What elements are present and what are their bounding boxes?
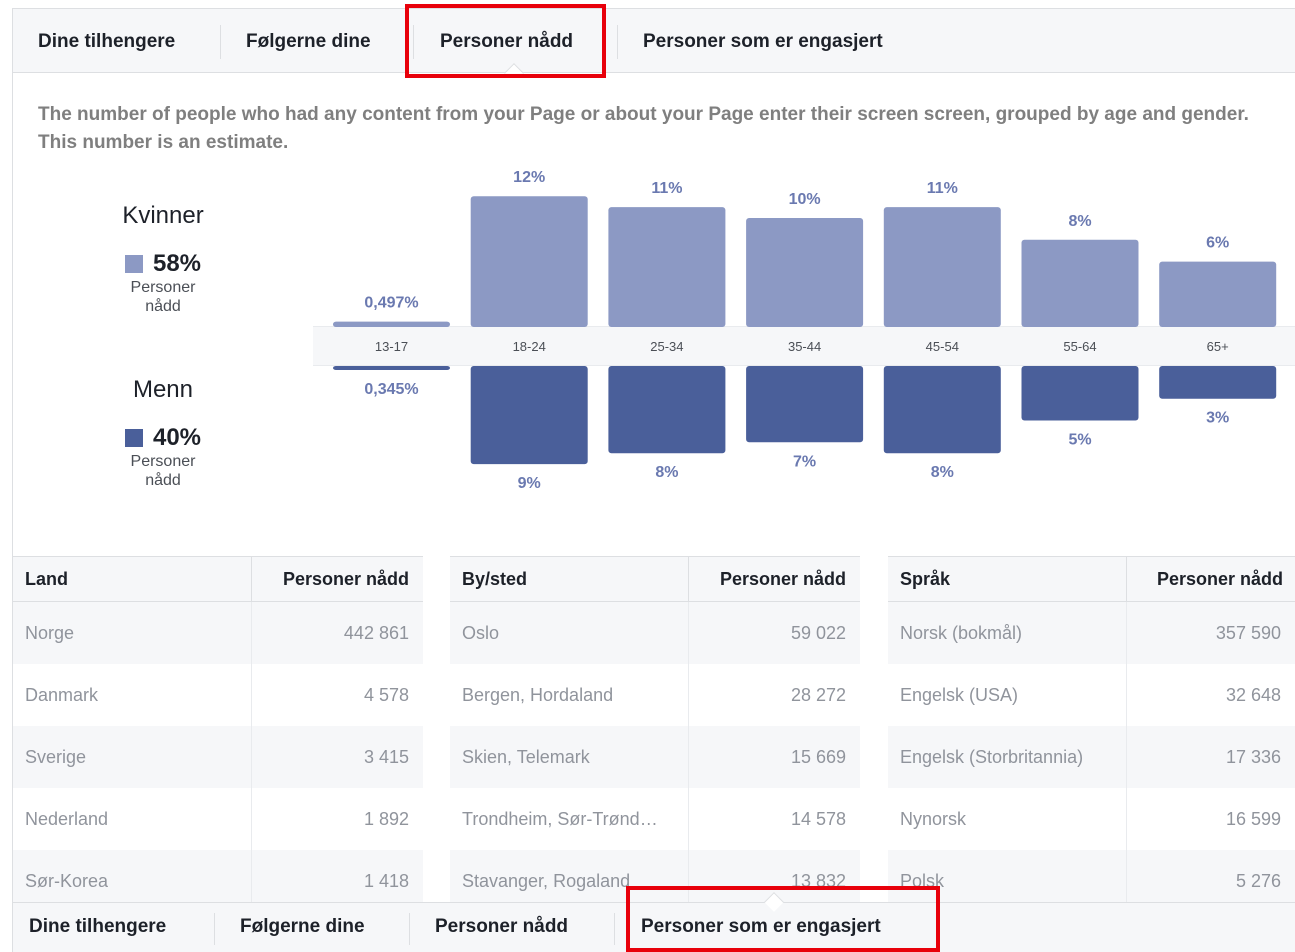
- table-cell-value: 1 418: [363, 871, 409, 891]
- bar-women-35-44[interactable]: [746, 218, 864, 327]
- table-row: Engelsk (Storbritannia) 17 336: [888, 726, 1295, 788]
- col-header-reached[interactable]: Personer nådd: [720, 557, 846, 602]
- bar-men-55-64[interactable]: [1021, 366, 1139, 421]
- bar-women-65+[interactable]: [1159, 261, 1277, 327]
- tick-label: 25-34: [650, 339, 683, 354]
- col-header-land[interactable]: Land: [25, 557, 68, 602]
- table-row: Nynorsk 16 599: [888, 788, 1295, 850]
- table-cell-name: Oslo: [462, 623, 500, 643]
- table-cell-value: 4 578: [363, 685, 409, 705]
- table-cell-value: 5 276: [1235, 871, 1281, 891]
- table-row: Bergen, Hordaland 28 272: [450, 664, 860, 726]
- table-cell-value: 1 892: [363, 809, 409, 829]
- table-cell-value: 59 022: [790, 623, 846, 643]
- table-cell-value: 15 669: [790, 747, 846, 767]
- tab-folgerne-dine[interactable]: Følgerne dine: [240, 903, 365, 952]
- data-label-men: 0,345%: [364, 381, 418, 398]
- col-header-city[interactable]: By/sted: [462, 557, 527, 602]
- data-label-women: 6%: [1206, 235, 1229, 252]
- data-label-men: 8%: [655, 464, 678, 481]
- table-row: Engelsk (USA) 32 648: [888, 664, 1295, 726]
- data-label-women: 10%: [789, 191, 821, 208]
- tab-personer-nadd[interactable]: Personer nådd: [435, 903, 568, 952]
- table-cities: By/sted Personer nådd Oslo 59 022 Bergen, …: [450, 556, 860, 906]
- bar-men-25-34[interactable]: [608, 366, 726, 454]
- bar-men-45-54[interactable]: [883, 366, 1001, 454]
- highlight-box-bottom: [626, 886, 940, 952]
- bar-men-65+[interactable]: [1159, 366, 1277, 399]
- data-label-women: 12%: [513, 169, 545, 186]
- age-gender-chart: 0,497% 0,345% 13-17 12% 9% 18-24 11% 8% 25-34 10%…: [333, 169, 1277, 492]
- table-cell-value: 442 861: [343, 623, 409, 643]
- table-cell-value: 14 578: [790, 809, 846, 829]
- table-cell-value: 32 648: [1225, 685, 1281, 705]
- tick-label: 45-54: [926, 339, 959, 354]
- tab-divider: [214, 913, 215, 945]
- table-header: By/sted Personer nådd: [450, 556, 860, 602]
- bar-men-35-44[interactable]: [746, 366, 864, 443]
- data-label-women: 0,497%: [364, 295, 418, 312]
- tick-label: 18-24: [513, 339, 546, 354]
- table-cell-name: Nederland: [25, 809, 109, 829]
- col-header-language[interactable]: Språk: [900, 557, 950, 602]
- tab-dine-tilhengere[interactable]: Dine tilhengere: [29, 903, 166, 952]
- data-label-men: 5%: [1068, 432, 1091, 449]
- table-row: Trondheim, Sør-Trønd… 14 578: [450, 788, 860, 850]
- tick-label: 65+: [1207, 339, 1229, 354]
- table-row: Nederland 1 892: [13, 788, 423, 850]
- table-cell-name: Engelsk (USA): [900, 685, 1019, 705]
- table-cell-value: 16 599: [1225, 809, 1281, 829]
- table-row: Skien, Telemark 15 669: [450, 726, 860, 788]
- table-cell-value: 3 415: [363, 747, 409, 767]
- data-label-women: 11%: [651, 180, 682, 197]
- table-cell-name: Stavanger, Rogaland: [462, 871, 631, 891]
- tab-divider: [614, 913, 615, 945]
- table-cell-name: Sverige: [25, 747, 87, 767]
- table-cell-name: Engelsk (Storbritannia): [900, 747, 1084, 767]
- table-cell-name: Norge: [25, 623, 75, 643]
- data-label-men: 3%: [1206, 410, 1229, 427]
- col-header-reached[interactable]: Personer nådd: [1157, 557, 1283, 602]
- table-cell-value: 17 336: [1225, 747, 1281, 767]
- table-cell-name: Norsk (bokmål): [900, 623, 1023, 643]
- table-row: Sør-Korea 1 418: [13, 850, 423, 906]
- table-cell-name: Bergen, Hordaland: [462, 685, 614, 705]
- table-cell-name: Danmark: [25, 685, 99, 705]
- table-row: Oslo 59 022: [450, 602, 860, 664]
- table-cell-name: Sør-Korea: [25, 871, 109, 891]
- tick-label: 35-44: [788, 339, 821, 354]
- table-cell-name: Nynorsk: [900, 809, 967, 829]
- table-cell-name: Trondheim, Sør-Trønd…: [462, 809, 658, 829]
- table-row: Norge 442 861: [13, 602, 423, 664]
- table-header: Land Personer nådd: [13, 556, 423, 602]
- bar-men-18-24[interactable]: [470, 366, 588, 465]
- tick-label: 55-64: [1063, 339, 1096, 354]
- table-row: Danmark 4 578: [13, 664, 423, 726]
- table-row: Norsk (bokmål) 357 590: [888, 602, 1295, 664]
- bar-women-25-34[interactable]: [608, 207, 726, 327]
- bar-women-45-54[interactable]: [883, 207, 1001, 327]
- table-languages: Språk Personer nådd Norsk (bokmål) 357 59…: [888, 556, 1295, 906]
- table-cell-name: Skien, Telemark: [462, 747, 590, 767]
- bar-women-13-17[interactable]: [333, 321, 450, 327]
- table-countries: Land Personer nådd Norge 442 861 Danmark 4 …: [13, 556, 423, 906]
- table-header: Språk Personer nådd: [888, 556, 1295, 602]
- col-header-reached[interactable]: Personer nådd: [283, 557, 409, 602]
- data-label-women: 11%: [927, 180, 958, 197]
- table-cell-value: 28 272: [790, 685, 846, 705]
- bar-women-55-64[interactable]: [1021, 239, 1139, 327]
- data-label-men: 9%: [518, 475, 541, 492]
- bar-men-13-17[interactable]: [333, 366, 450, 370]
- tick-label: 13-17: [375, 339, 408, 354]
- table-row: Sverige 3 415: [13, 726, 423, 788]
- tab-divider: [409, 913, 410, 945]
- data-label-men: 7%: [793, 453, 816, 470]
- table-cell-value: 357 590: [1215, 623, 1281, 643]
- data-label-women: 8%: [1068, 213, 1091, 230]
- data-label-men: 8%: [931, 464, 954, 481]
- table-row: Polsk 5 276: [888, 850, 1295, 906]
- bar-women-18-24[interactable]: [470, 196, 588, 327]
